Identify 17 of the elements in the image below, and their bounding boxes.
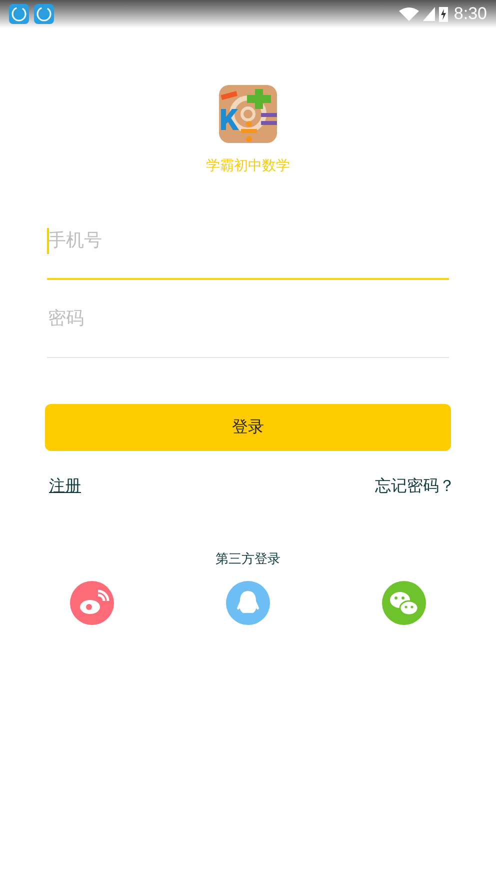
penguin-icon[interactable] [226, 580, 270, 624]
app-logo-drawing [217, 83, 279, 145]
app-notification-icon [34, 4, 54, 24]
signal-icon [422, 7, 435, 21]
wifi-icon [398, 7, 419, 21]
register-link[interactable]: 注册 [49, 475, 81, 499]
app-notification-icon [9, 4, 29, 24]
chat-bubbles-icon[interactable] [382, 580, 426, 624]
input-field[interactable]: 密码 [47, 280, 449, 358]
app-title: 学霸初中数学 [206, 156, 290, 175]
status-time: 8:30 [454, 3, 487, 26]
swirl-eye-icon[interactable] [70, 580, 114, 624]
forgot-password-link[interactable]: 忘记密码？ [375, 475, 455, 499]
battery-icon [438, 6, 448, 22]
third-party-login-label: 第三方登录 [216, 550, 280, 568]
login-button[interactable]: 登录 [45, 404, 451, 451]
input-field[interactable]: 手机号 [47, 202, 449, 280]
